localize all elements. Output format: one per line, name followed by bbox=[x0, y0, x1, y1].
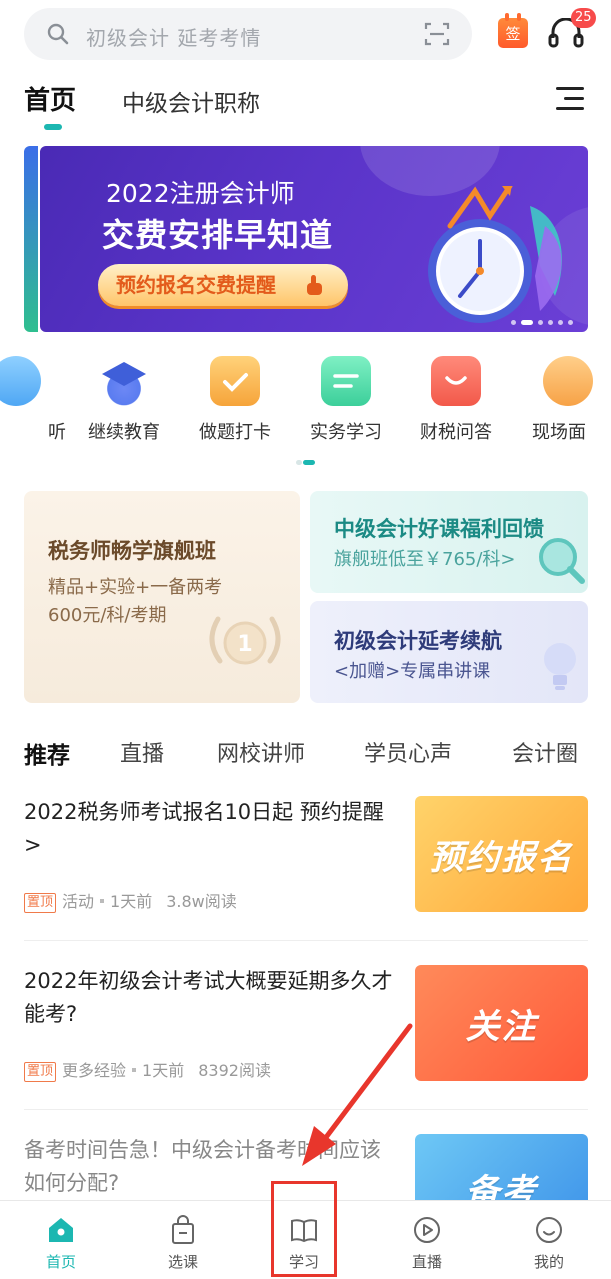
article-views: 3.8w阅读 bbox=[166, 892, 237, 911]
promo-title: 初级会计延考续航 bbox=[334, 629, 502, 653]
banner-dot bbox=[568, 320, 573, 325]
feed-category-tabs: 推荐 直播 网校讲师 学员心声 会计圈 bbox=[0, 736, 611, 772]
medal-icon: 1 bbox=[209, 616, 281, 665]
play-circle-icon bbox=[414, 1217, 440, 1243]
banner-dot bbox=[538, 320, 543, 325]
alarm-clock-icon bbox=[428, 186, 562, 323]
shortcut-continuing-education[interactable]: 继续教育 bbox=[74, 356, 174, 444]
promo-title: 税务师畅学旗舰班 bbox=[48, 539, 216, 563]
promo-price: 600元/科/考期 bbox=[48, 605, 167, 626]
smiley-icon bbox=[536, 1217, 562, 1243]
article-category: 更多经验 bbox=[62, 1061, 127, 1080]
thumbnail-text: 备考 bbox=[465, 1172, 538, 1200]
sign-in-calendar-icon[interactable]: 签 bbox=[498, 13, 528, 48]
nav-live[interactable]: 直播 bbox=[387, 1215, 467, 1272]
divider bbox=[24, 1109, 588, 1110]
svg-text:1: 1 bbox=[237, 632, 252, 657]
shortcut-practice-study[interactable]: 实务学习 bbox=[296, 356, 396, 444]
banner-previous-slide[interactable] bbox=[24, 146, 38, 332]
article-title: 2022税务师考试报名10日起 预约提醒> bbox=[24, 800, 384, 857]
article-time: 1天前 bbox=[142, 1061, 185, 1080]
nav-profile[interactable]: 我的 bbox=[509, 1215, 589, 1272]
promo-card-junior-accounting[interactable]: 初级会计延考续航 <加赠>专属串讲课 bbox=[310, 601, 588, 703]
shopping-bag-icon bbox=[172, 1215, 194, 1244]
banner-dot bbox=[511, 320, 516, 325]
pointing-hand-icon bbox=[307, 275, 322, 295]
banner-dot bbox=[558, 320, 563, 325]
search-placeholder: 初级会计 延考考情 bbox=[86, 26, 262, 50]
article-category: 活动 bbox=[62, 892, 95, 911]
nav-courses[interactable]: 选课 bbox=[143, 1215, 223, 1272]
banner-title-line2: 交费安排早知道 bbox=[102, 216, 334, 254]
tab-home[interactable]: 首页 bbox=[24, 80, 76, 117]
calendar-check-icon bbox=[210, 356, 260, 406]
shortcut-label: 继续教育 bbox=[88, 422, 160, 443]
thumbnail-text: 预约报名 bbox=[429, 838, 574, 878]
graduation-cap-icon bbox=[99, 356, 149, 406]
shortcut-label: 财税问答 bbox=[420, 422, 492, 443]
article-thumbnail: 关注 bbox=[415, 965, 588, 1081]
article-item[interactable]: 2022年初级会计考试大概要延期多久才能考? 置顶 更多经验 1天前 8392阅读 关… bbox=[24, 965, 588, 1085]
shortcut-tax-qa[interactable]: 财税问答 bbox=[406, 356, 506, 444]
nav-label: 首页 bbox=[45, 1253, 76, 1271]
active-tab-indicator bbox=[44, 124, 62, 130]
nav-label: 选课 bbox=[167, 1253, 198, 1271]
promo-subtitle: 旗舰班低至￥765/科> bbox=[334, 549, 516, 570]
promo-card-intermediate-accounting[interactable]: 中级会计好课福利回馈 旗舰班低至￥765/科> bbox=[310, 491, 588, 593]
promo-subtitle: <加赠>专属串讲课 bbox=[334, 661, 491, 682]
article-item[interactable]: 2022税务师考试报名10日起 预约提醒> 置顶 活动 1天前 3.8w阅读 预约报名 bbox=[24, 796, 588, 916]
magnifier-icon bbox=[539, 538, 585, 584]
article-views: 8392阅读 bbox=[198, 1061, 271, 1080]
home-icon bbox=[49, 1218, 73, 1242]
promo-banner[interactable]: 2022注册会计师 交费安排早知道 预约报名交费提醒 bbox=[40, 146, 588, 332]
shortcut-daily-practice[interactable]: 做题打卡 bbox=[185, 356, 285, 444]
shortcut-label: 做题打卡 bbox=[199, 422, 271, 443]
scan-icon[interactable] bbox=[424, 21, 450, 47]
annotation-highlight-box bbox=[271, 1181, 337, 1277]
shortcut-row: 听 继续教育 做题打卡 实务学习 财税问答 现场面 bbox=[0, 356, 611, 456]
menu-icon[interactable] bbox=[556, 87, 584, 111]
pinned-tag: 置顶 bbox=[24, 893, 57, 913]
nav-label: 我的 bbox=[533, 1253, 564, 1271]
tab-student-voices[interactable]: 学员心声 bbox=[364, 736, 452, 768]
divider bbox=[24, 940, 588, 941]
article-title: 备考时间告急！中级会计备考时间应该如何分配? bbox=[24, 1138, 381, 1195]
notification-badge: 25 bbox=[571, 8, 596, 28]
article-meta: 置顶 活动 1天前 3.8w阅读 bbox=[24, 888, 237, 913]
lightbulb-icon bbox=[544, 643, 576, 690]
thumbnail-text: 关注 bbox=[465, 1007, 538, 1047]
tab-recommend[interactable]: 推荐 bbox=[24, 736, 70, 770]
search-bar[interactable]: 初级会计 延考考情 bbox=[24, 8, 472, 60]
shortcut-page-indicator bbox=[296, 460, 316, 465]
shortcut-onsite[interactable]: 现场面 bbox=[518, 356, 611, 444]
banner-dot-active bbox=[521, 320, 533, 325]
app-home-screen: 初级会计 延考考情 签 25 首页 中级会计职称 2022注册会计师 交费安排早… bbox=[0, 0, 611, 1279]
pinned-tag: 置顶 bbox=[24, 1062, 57, 1082]
shortcut-label: 实务学习 bbox=[310, 422, 382, 443]
article-thumbnail: 预约报名 bbox=[415, 796, 588, 912]
tab-accounting-circle[interactable]: 会计圈 bbox=[512, 736, 578, 768]
search-icon bbox=[47, 23, 69, 45]
nav-home[interactable]: 首页 bbox=[21, 1215, 101, 1272]
tab-intermediate-accounting[interactable]: 中级会计职称 bbox=[122, 84, 260, 118]
tab-teachers[interactable]: 网校讲师 bbox=[217, 736, 305, 768]
headphones-icon bbox=[0, 356, 41, 406]
banner-dot bbox=[548, 320, 553, 325]
article-thumbnail: 备考 bbox=[415, 1134, 588, 1200]
promo-subtitle: 精品+实验+一备两考 bbox=[48, 577, 223, 598]
article-time: 1天前 bbox=[110, 892, 153, 911]
shortcut-label: 听 bbox=[48, 422, 66, 443]
shortcut-label: 现场面 bbox=[532, 422, 586, 443]
promo-title: 中级会计好课福利回馈 bbox=[334, 517, 544, 541]
chat-bubble-icon bbox=[431, 356, 481, 406]
tab-live[interactable]: 直播 bbox=[120, 736, 164, 768]
banner-title-line1: 2022注册会计师 bbox=[106, 179, 295, 208]
promo-card-tax-class[interactable]: 税务师畅学旗舰班 精品+实验+一备两考 600元/科/考期 1 bbox=[24, 491, 300, 703]
article-title: 2022年初级会计考试大概要延期多久才能考? bbox=[24, 969, 393, 1026]
document-icon bbox=[321, 356, 371, 406]
shortcut-listen[interactable]: 听 bbox=[0, 356, 66, 444]
article-meta: 置顶 更多经验 1天前 8392阅读 bbox=[24, 1057, 271, 1082]
nav-label: 直播 bbox=[411, 1253, 442, 1271]
person-icon bbox=[543, 356, 593, 406]
